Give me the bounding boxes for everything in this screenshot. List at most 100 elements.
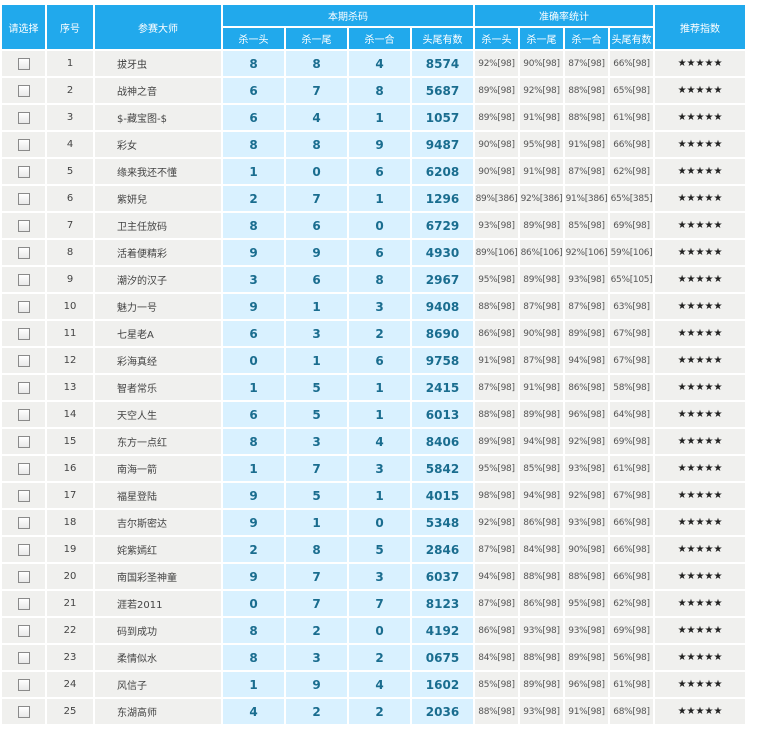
row-select-checkbox[interactable] <box>17 570 30 583</box>
row-select-checkbox[interactable] <box>17 435 30 448</box>
row-select-checkbox[interactable] <box>17 651 30 664</box>
row-seq: 25 <box>47 699 93 724</box>
row-kill-head: 0 <box>223 591 284 616</box>
row-select-checkbox[interactable] <box>17 354 30 367</box>
row-master-name: 智者常乐 <box>95 375 221 400</box>
row-select-checkbox[interactable] <box>17 219 30 232</box>
row-acc-head: 85%[98] <box>475 672 518 697</box>
row-recommend-stars: ★★★★★ <box>655 402 745 427</box>
row-select-cell <box>2 564 45 589</box>
row-acc-headtail: 69%[98] <box>610 213 653 238</box>
row-master-name: 风信子 <box>95 672 221 697</box>
row-master-name: 东方一点红 <box>95 429 221 454</box>
row-recommend-stars: ★★★★★ <box>655 618 745 643</box>
row-select-checkbox[interactable] <box>17 300 30 313</box>
row-select-checkbox[interactable] <box>17 381 30 394</box>
row-select-checkbox[interactable] <box>17 192 30 205</box>
row-acc-sum: 85%[98] <box>565 213 608 238</box>
row-kill-sum: 8 <box>349 267 410 292</box>
row-master-name: 涯若2011 <box>95 591 221 616</box>
row-acc-headtail: 69%[98] <box>610 429 653 454</box>
row-acc-headtail: 58%[98] <box>610 375 653 400</box>
row-acc-head: 90%[98] <box>475 159 518 184</box>
row-acc-tail: 89%[98] <box>520 402 563 427</box>
row-kill-head: 6 <box>223 321 284 346</box>
row-acc-headtail: 67%[98] <box>610 348 653 373</box>
row-master-name: 福星登陆 <box>95 483 221 508</box>
row-master-name: 紫妍兒 <box>95 186 221 211</box>
row-select-cell <box>2 429 45 454</box>
row-acc-head: 88%[98] <box>475 294 518 319</box>
row-kill-tail: 1 <box>286 294 347 319</box>
row-select-checkbox[interactable] <box>17 246 30 259</box>
row-master-name: 魅力一号 <box>95 294 221 319</box>
row-seq: 6 <box>47 186 93 211</box>
row-select-checkbox[interactable] <box>17 624 30 637</box>
row-kill-tail: 7 <box>286 78 347 103</box>
row-select-checkbox[interactable] <box>17 57 30 70</box>
row-kill-tail: 7 <box>286 186 347 211</box>
row-recommend-stars: ★★★★★ <box>655 240 745 265</box>
row-acc-tail: 94%[98] <box>520 429 563 454</box>
row-kill-tail: 6 <box>286 267 347 292</box>
row-select-cell <box>2 375 45 400</box>
row-kill-sum: 1 <box>349 483 410 508</box>
row-select-checkbox[interactable] <box>17 678 30 691</box>
table-row: 24 风信子 1 9 4 1602 85%[98] 89%[98] 96%[98] 61%[98]… <box>2 672 745 697</box>
row-acc-headtail: 66%[98] <box>610 537 653 562</box>
row-acc-tail: 95%[98] <box>520 132 563 157</box>
row-select-cell <box>2 618 45 643</box>
row-acc-headtail: 67%[98] <box>610 321 653 346</box>
row-select-checkbox[interactable] <box>17 273 30 286</box>
row-acc-sum: 92%[98] <box>565 429 608 454</box>
row-select-checkbox[interactable] <box>17 408 30 421</box>
row-acc-tail: 93%[98] <box>520 618 563 643</box>
masters-table: 请选择 序号 参赛大师 本期杀码 准确率统计 推荐指数 杀一头 杀一尾 杀一合 … <box>0 3 747 726</box>
table-row: 25 东湖高师 4 2 2 2036 88%[98] 93%[98] 91%[98] 68%[98… <box>2 699 745 724</box>
row-select-checkbox[interactable] <box>17 597 30 610</box>
row-seq: 16 <box>47 456 93 481</box>
table-body: 1 拔牙虫 8 8 4 8574 92%[98] 90%[98] 87%[98] 66%[98] ★… <box>2 51 745 724</box>
row-acc-headtail: 63%[98] <box>610 294 653 319</box>
table-row: 10 魅力一号 9 1 3 9408 88%[98] 87%[98] 87%[98] 63%[98… <box>2 294 745 319</box>
row-select-checkbox[interactable] <box>17 489 30 502</box>
row-acc-sum: 93%[98] <box>565 618 608 643</box>
row-acc-sum: 94%[98] <box>565 348 608 373</box>
row-acc-headtail: 65%[105] <box>610 267 653 292</box>
table-row: 7 卫主任放码 8 6 0 6729 93%[98] 89%[98] 85%[98] 69%[98… <box>2 213 745 238</box>
row-kill-headtail: 8406 <box>412 429 473 454</box>
row-acc-headtail: 59%[106] <box>610 240 653 265</box>
row-recommend-stars: ★★★★★ <box>655 51 745 76</box>
row-kill-headtail: 1602 <box>412 672 473 697</box>
row-acc-head: 88%[98] <box>475 699 518 724</box>
row-select-checkbox[interactable] <box>17 327 30 340</box>
row-acc-head: 86%[98] <box>475 321 518 346</box>
row-kill-sum: 5 <box>349 537 410 562</box>
header-acc-sum: 杀一合 <box>565 28 608 49</box>
row-select-checkbox[interactable] <box>17 462 30 475</box>
row-acc-headtail: 62%[98] <box>610 591 653 616</box>
row-select-checkbox[interactable] <box>17 516 30 529</box>
row-kill-tail: 9 <box>286 240 347 265</box>
row-kill-headtail: 6208 <box>412 159 473 184</box>
row-select-checkbox[interactable] <box>17 138 30 151</box>
row-acc-head: 93%[98] <box>475 213 518 238</box>
row-acc-tail: 92%[386] <box>520 186 563 211</box>
row-select-checkbox[interactable] <box>17 84 30 97</box>
row-kill-headtail: 1057 <box>412 105 473 130</box>
row-select-checkbox[interactable] <box>17 543 30 556</box>
row-select-checkbox[interactable] <box>17 111 30 124</box>
row-seq: 15 <box>47 429 93 454</box>
row-recommend-stars: ★★★★★ <box>655 645 745 670</box>
row-kill-head: 8 <box>223 213 284 238</box>
row-select-checkbox[interactable] <box>17 705 30 718</box>
table-row: 23 柔情似水 8 3 2 0675 84%[98] 88%[98] 89%[98] 56%[98… <box>2 645 745 670</box>
row-kill-tail: 7 <box>286 564 347 589</box>
row-acc-sum: 91%[98] <box>565 699 608 724</box>
row-acc-headtail: 62%[98] <box>610 159 653 184</box>
row-acc-head: 89%[98] <box>475 429 518 454</box>
row-select-checkbox[interactable] <box>17 165 30 178</box>
row-kill-sum: 6 <box>349 348 410 373</box>
header-master: 参赛大师 <box>95 5 221 49</box>
table-row: 12 彩海真经 0 1 6 9758 91%[98] 87%[98] 94%[98] 67%[98… <box>2 348 745 373</box>
